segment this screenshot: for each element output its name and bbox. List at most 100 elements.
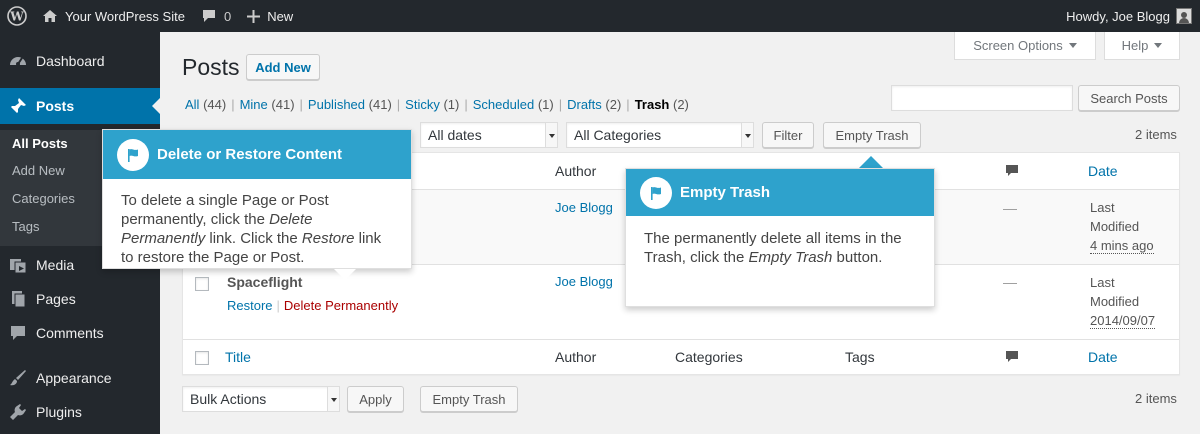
menu-label: Pages bbox=[36, 291, 76, 307]
view-all-link[interactable]: All (44) bbox=[185, 97, 226, 112]
menu-item-pages[interactable]: Pages bbox=[0, 284, 160, 314]
media-icon bbox=[0, 256, 36, 274]
flag-icon bbox=[640, 176, 672, 209]
view-count: (41) bbox=[368, 97, 392, 112]
pointer-emphasis: Restore bbox=[301, 230, 355, 247]
submenu-add-new[interactable]: Add New bbox=[12, 163, 65, 178]
menu-label: Comments bbox=[36, 325, 104, 341]
help-button[interactable]: Help bbox=[1104, 32, 1180, 60]
brush-icon bbox=[0, 369, 36, 387]
wordpress-logo-icon[interactable]: W bbox=[0, 0, 34, 32]
select-all-checkbox-bottom[interactable] bbox=[195, 351, 209, 365]
comment-count: — bbox=[1003, 200, 1017, 216]
empty-trash-button-bottom[interactable]: Empty Trash bbox=[420, 386, 518, 412]
pointer-body: To delete a single Page or Post permanen… bbox=[121, 191, 397, 267]
date-value: 2014/09/07 bbox=[1090, 313, 1156, 329]
comment-count: — bbox=[1003, 274, 1017, 290]
add-new-label: Add New bbox=[255, 59, 311, 75]
caret-down-icon bbox=[1068, 43, 1077, 52]
empty-trash-label: Empty Trash bbox=[432, 391, 506, 407]
admin-bar: W Your WordPress Site 0 New Howdy, Joe B… bbox=[0, 0, 1200, 32]
comment-bubble-icon bbox=[202, 10, 215, 22]
date-cell: Last Modified 2014/09/07 bbox=[1090, 273, 1156, 330]
submenu-all-posts[interactable]: All Posts bbox=[12, 136, 68, 151]
apply-button[interactable]: Apply bbox=[347, 386, 404, 412]
view-count: (2) bbox=[673, 97, 689, 112]
view-label: Scheduled bbox=[472, 97, 535, 112]
menu-item-appearance[interactable]: Appearance bbox=[0, 363, 160, 393]
column-header-date[interactable]: Date bbox=[1088, 163, 1118, 179]
pointer-text: button. bbox=[832, 249, 883, 266]
new-label: New bbox=[267, 8, 294, 24]
author-link[interactable]: Joe Blogg bbox=[555, 274, 613, 289]
select-arrow-icon bbox=[327, 387, 339, 411]
view-label: Trash bbox=[634, 97, 670, 112]
pages-icon bbox=[0, 290, 36, 308]
date-filter-value: All dates bbox=[428, 127, 482, 143]
date-status: Last Modified bbox=[1090, 275, 1140, 309]
add-new-button[interactable]: Add New bbox=[246, 54, 320, 80]
menu-item-comments[interactable]: Comments bbox=[0, 318, 160, 348]
category-filter-select[interactable]: All Categories bbox=[566, 122, 754, 148]
separator: | bbox=[558, 97, 563, 112]
search-posts-button[interactable]: Search Posts bbox=[1078, 85, 1180, 111]
view-label: Sticky bbox=[405, 97, 440, 112]
screen-options-label: Screen Options bbox=[973, 38, 1063, 53]
view-label: Mine bbox=[239, 97, 268, 112]
column-footer-tags: Tags bbox=[845, 349, 875, 365]
pointer-empty-trash: Empty Trash The permanently delete all i… bbox=[625, 168, 935, 307]
pointer-header: Empty Trash bbox=[626, 169, 934, 216]
view-scheduled-link[interactable]: Scheduled (1) bbox=[473, 97, 554, 112]
view-label: All bbox=[185, 97, 200, 112]
view-count: (1) bbox=[443, 97, 460, 112]
column-footer-title[interactable]: Title bbox=[225, 349, 251, 365]
view-published-link[interactable]: Published (41) bbox=[308, 97, 392, 112]
pointer-text: link. Click the bbox=[205, 230, 302, 247]
row-checkbox[interactable] bbox=[195, 277, 209, 291]
plus-icon bbox=[247, 9, 261, 23]
comments-column-icon[interactable] bbox=[1005, 164, 1019, 177]
view-count: (41) bbox=[271, 97, 295, 112]
comments-count: 0 bbox=[223, 8, 232, 24]
comments-link[interactable]: 0 bbox=[193, 0, 239, 32]
date-cell: Last Modified 4 mins ago bbox=[1090, 198, 1154, 255]
empty-trash-button-top[interactable]: Empty Trash bbox=[823, 122, 921, 148]
site-name-link[interactable]: Your WordPress Site bbox=[34, 0, 193, 32]
post-title: Spaceflight bbox=[227, 274, 303, 290]
view-drafts-link[interactable]: Drafts (2) bbox=[567, 97, 621, 112]
pointer-title: Delete or Restore Content bbox=[157, 146, 343, 163]
pointer-delete-restore: Delete or Restore Content To delete a si… bbox=[102, 129, 412, 280]
menu-label: Dashboard bbox=[36, 53, 105, 69]
column-header-author: Author bbox=[555, 163, 597, 179]
search-input[interactable] bbox=[891, 85, 1073, 111]
howdy-text: Howdy, Joe Blogg bbox=[1066, 8, 1170, 24]
my-account-link[interactable]: Howdy, Joe Blogg bbox=[1058, 0, 1200, 32]
menu-item-plugins[interactable]: Plugins bbox=[0, 397, 160, 427]
screen-options-button[interactable]: Screen Options bbox=[954, 32, 1096, 60]
date-filter-select[interactable]: All dates bbox=[420, 122, 558, 148]
new-content-link[interactable]: New bbox=[239, 0, 301, 32]
page-title: Posts bbox=[182, 54, 240, 80]
view-count: (1) bbox=[537, 97, 554, 112]
dashboard-icon bbox=[0, 52, 36, 70]
svg-text:W: W bbox=[9, 10, 24, 24]
restore-link[interactable]: Restore bbox=[227, 298, 273, 313]
separator: | bbox=[276, 298, 280, 313]
column-footer-date[interactable]: Date bbox=[1088, 349, 1118, 365]
menu-item-dashboard[interactable]: Dashboard bbox=[0, 46, 160, 76]
submenu-categories[interactable]: Categories bbox=[12, 191, 75, 206]
plug-icon bbox=[0, 403, 36, 421]
menu-item-posts[interactable]: Posts bbox=[0, 88, 160, 124]
view-mine-link[interactable]: Mine (41) bbox=[240, 97, 295, 112]
delete-permanently-link[interactable]: Delete Permanently bbox=[284, 298, 398, 313]
view-trash-current[interactable]: Trash (2) bbox=[635, 97, 689, 112]
author-link[interactable]: Joe Blogg bbox=[555, 200, 613, 215]
view-sticky-link[interactable]: Sticky (1) bbox=[405, 97, 459, 112]
bulk-actions-select[interactable]: Bulk Actions bbox=[182, 386, 340, 412]
comments-column-icon[interactable] bbox=[1005, 350, 1019, 363]
select-arrow-icon bbox=[741, 123, 753, 147]
avatar bbox=[1176, 8, 1192, 24]
submenu-tags[interactable]: Tags bbox=[12, 219, 39, 234]
site-name: Your WordPress Site bbox=[65, 8, 185, 24]
filter-button[interactable]: Filter bbox=[762, 122, 814, 148]
